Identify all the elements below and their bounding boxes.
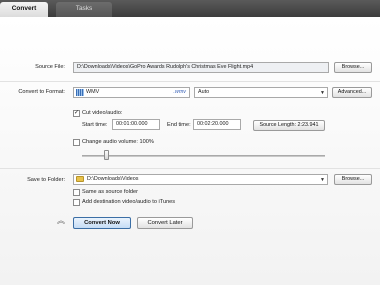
chevron-down-icon: ▼ (320, 90, 325, 96)
tab-bar: Convert Tasks (0, 0, 380, 17)
convert-later-button[interactable]: Convert Later (137, 217, 193, 229)
source-file-label: Source File: (35, 64, 65, 70)
advanced-button[interactable]: Advanced... (332, 87, 372, 98)
end-time-input[interactable]: 00:02:20.000 (193, 119, 241, 130)
collapse-up-icon[interactable]: ︽ (56, 217, 66, 227)
save-browse-button[interactable]: Browse... (334, 174, 372, 185)
preset-select[interactable]: Auto ▼ (194, 87, 328, 98)
convert-now-button[interactable]: Convert Now (73, 217, 131, 229)
divider (0, 81, 380, 82)
start-time-label: Start time: (82, 122, 108, 128)
chevron-down-icon: ▼ (320, 177, 325, 183)
format-select[interactable]: WMV .wmv (73, 87, 190, 98)
format-ext: .wmv (173, 89, 186, 95)
tab-tasks[interactable]: Tasks (56, 2, 112, 17)
save-folder-select[interactable]: D:\Downloads\Videos ▼ (73, 174, 328, 185)
volume-label: Change audio volume: 100% (82, 139, 154, 145)
convert-panel (0, 17, 380, 285)
same-source-checkbox[interactable] (73, 189, 80, 196)
source-browse-button[interactable]: Browse... (334, 62, 372, 73)
volume-slider-track[interactable] (82, 155, 325, 157)
same-source-label: Same as source folder (82, 189, 138, 195)
source-file-field[interactable]: D:\Downloads\Videos\GoPro Awards Rudolph… (73, 62, 329, 73)
save-folder-label: Save to Folder: (27, 177, 65, 183)
wmv-format-icon (76, 89, 84, 96)
preset-value: Auto (198, 89, 210, 95)
divider (0, 168, 380, 169)
volume-checkbox[interactable] (73, 139, 80, 146)
tab-convert[interactable]: Convert (0, 2, 48, 17)
format-name: WMV (86, 89, 100, 95)
cut-label: Cut video/audio: (82, 110, 123, 116)
cut-checkbox[interactable] (73, 109, 80, 117)
save-folder-path: D:\Downloads\Videos (87, 176, 139, 182)
convert-format-label: Convert to Format: (18, 89, 65, 95)
source-length-button[interactable]: Source Length: 2:23.941 (253, 120, 325, 131)
start-time-input[interactable]: 00:01:00.000 (112, 119, 160, 130)
volume-slider-thumb[interactable] (104, 150, 109, 160)
end-time-label: End time: (167, 122, 191, 128)
add-itunes-label: Add destination video/audio to iTunes (82, 199, 176, 205)
folder-icon (76, 176, 84, 182)
add-itunes-checkbox[interactable] (73, 199, 80, 206)
